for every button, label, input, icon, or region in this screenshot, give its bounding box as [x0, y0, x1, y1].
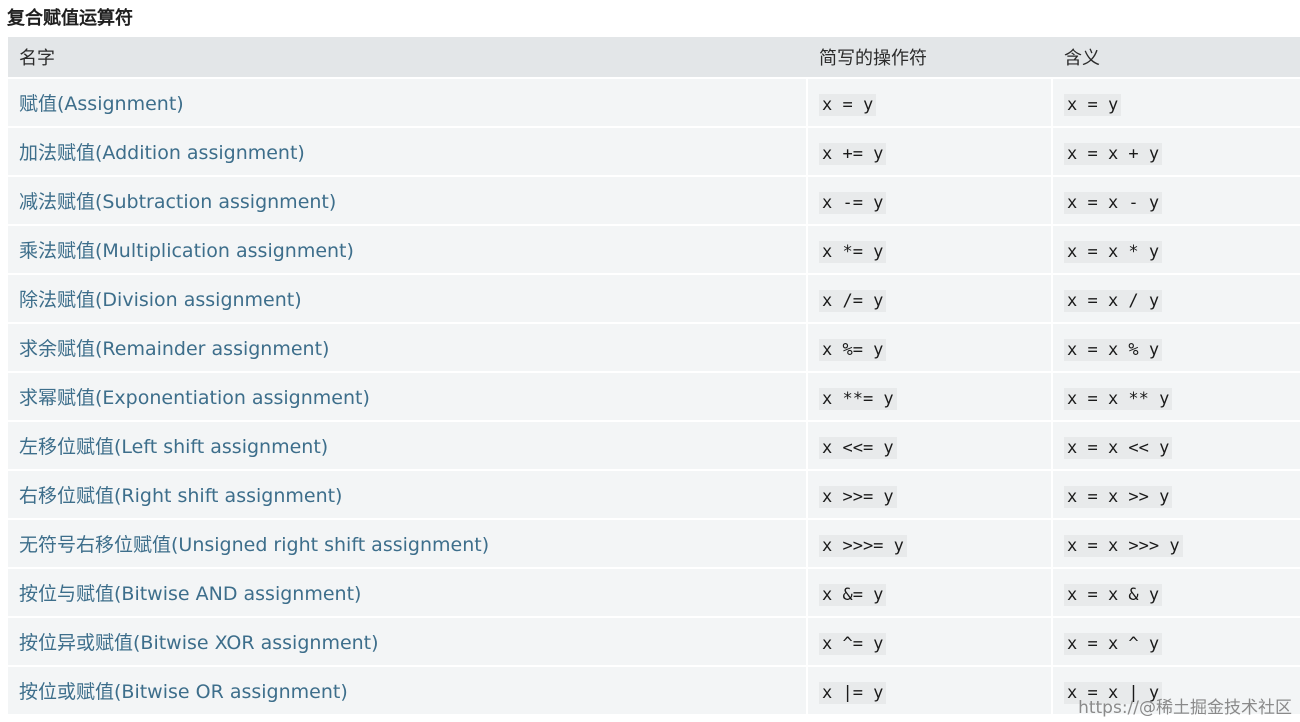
- operator-name-link[interactable]: 求余赋值(Remainder assignment): [19, 334, 329, 361]
- header-shorthand: 简写的操作符: [808, 37, 1051, 77]
- shorthand-code: x |= y: [819, 681, 887, 704]
- shorthand-code: x **= y: [819, 387, 897, 410]
- header-meaning: 含义: [1053, 37, 1300, 77]
- cell-meaning: x = x ** y: [1053, 373, 1300, 420]
- cell-meaning: x = x - y: [1053, 177, 1300, 224]
- meaning-code: x = x & y: [1064, 583, 1163, 606]
- operator-name-link[interactable]: 乘法赋值(Multiplication assignment): [19, 236, 354, 263]
- meaning-code: x = y: [1064, 93, 1122, 116]
- cell-meaning: x = x << y: [1053, 422, 1300, 469]
- operator-name-link[interactable]: 减法赋值(Subtraction assignment): [19, 187, 336, 214]
- cell-shorthand: x >>= y: [808, 471, 1051, 518]
- cell-meaning: x = x / y: [1053, 275, 1300, 322]
- table-row: 加法赋值(Addition assignment) x += y x = x + y: [8, 128, 1300, 175]
- cell-name: 按位与赋值(Bitwise AND assignment): [8, 569, 806, 616]
- page-title: 复合赋值运算符: [7, 8, 133, 29]
- cell-shorthand: x >>>= y: [808, 520, 1051, 567]
- table-row: 求幂赋值(Exponentiation assignment) x **= y x …: [8, 373, 1300, 420]
- operator-name-link[interactable]: 左移位赋值(Left shift assignment): [19, 432, 328, 459]
- table-row: 除法赋值(Division assignment) x /= y x = x / y: [8, 275, 1300, 322]
- cell-name: 求幂赋值(Exponentiation assignment): [8, 373, 806, 420]
- meaning-code: x = x ** y: [1064, 387, 1173, 410]
- cell-meaning: x = x + y: [1053, 128, 1300, 175]
- cell-shorthand: x |= y: [808, 667, 1051, 714]
- meaning-code: x = x / y: [1064, 289, 1163, 312]
- shorthand-code: x *= y: [819, 240, 887, 263]
- table-row: 减法赋值(Subtraction assignment) x -= y x = x …: [8, 177, 1300, 224]
- shorthand-code: x = y: [819, 93, 877, 116]
- cell-shorthand: x -= y: [808, 177, 1051, 224]
- table-row: 赋值(Assignment) x = y x = y: [8, 79, 1300, 126]
- watermark: https://@稀土掘金技术社区: [1078, 698, 1292, 718]
- table-row: 按位异或赋值(Bitwise XOR assignment) x ^= y x = …: [8, 618, 1300, 665]
- cell-meaning: x = x * y: [1053, 226, 1300, 273]
- table-row: 右移位赋值(Right shift assignment) x >>= y x = …: [8, 471, 1300, 518]
- meaning-code: x = x + y: [1064, 142, 1163, 165]
- operator-name-link[interactable]: 按位异或赋值(Bitwise XOR assignment): [19, 628, 379, 655]
- operators-table: 名字 简写的操作符 含义 赋值(Assignment) x = y x = y 加法赋…: [8, 37, 1300, 722]
- shorthand-code: x >>>= y: [819, 534, 907, 557]
- cell-name: 按位或赋值(Bitwise OR assignment): [8, 667, 806, 714]
- operator-name-link[interactable]: 加法赋值(Addition assignment): [19, 138, 305, 165]
- operator-name-link[interactable]: 求幂赋值(Exponentiation assignment): [19, 383, 370, 410]
- header-name: 名字: [8, 37, 806, 77]
- shorthand-code: x >>= y: [819, 485, 897, 508]
- shorthand-code: x += y: [819, 142, 887, 165]
- cell-name: 减法赋值(Subtraction assignment): [8, 177, 806, 224]
- table-header-row: 名字 简写的操作符 含义: [8, 37, 1300, 77]
- cell-name: 加法赋值(Addition assignment): [8, 128, 806, 175]
- cell-meaning: x = x >> y: [1053, 471, 1300, 518]
- cell-shorthand: x = y: [808, 79, 1051, 126]
- cell-shorthand: x /= y: [808, 275, 1051, 322]
- cell-name: 赋值(Assignment): [8, 79, 806, 126]
- cell-shorthand: x <<= y: [808, 422, 1051, 469]
- shorthand-code: x ^= y: [819, 632, 887, 655]
- operator-name-link[interactable]: 按位与赋值(Bitwise AND assignment): [19, 579, 361, 606]
- table-row: 求余赋值(Remainder assignment) x %= y x = x % …: [8, 324, 1300, 371]
- shorthand-code: x &= y: [819, 583, 887, 606]
- cell-meaning: x = x % y: [1053, 324, 1300, 371]
- cell-shorthand: x **= y: [808, 373, 1051, 420]
- cell-name: 除法赋值(Division assignment): [8, 275, 806, 322]
- table-row: 无符号右移位赋值(Unsigned right shift assignment…: [8, 520, 1300, 567]
- cell-name: 左移位赋值(Left shift assignment): [8, 422, 806, 469]
- shorthand-code: x -= y: [819, 191, 887, 214]
- cell-name: 按位异或赋值(Bitwise XOR assignment): [8, 618, 806, 665]
- shorthand-code: x /= y: [819, 289, 887, 312]
- operator-name-link[interactable]: 赋值(Assignment): [19, 89, 184, 116]
- operator-name-link[interactable]: 右移位赋值(Right shift assignment): [19, 481, 342, 508]
- cell-meaning: x = x & y: [1053, 569, 1300, 616]
- meaning-code: x = x % y: [1064, 338, 1163, 361]
- meaning-code: x = x ^ y: [1064, 632, 1163, 655]
- table-row: 乘法赋值(Multiplication assignment) x *= y x =…: [8, 226, 1300, 273]
- cell-name: 无符号右移位赋值(Unsigned right shift assignment…: [8, 520, 806, 567]
- meaning-code: x = x << y: [1064, 436, 1173, 459]
- cell-name: 乘法赋值(Multiplication assignment): [8, 226, 806, 273]
- cell-meaning: x = x >>> y: [1053, 520, 1300, 567]
- cell-shorthand: x %= y: [808, 324, 1051, 371]
- cell-meaning: x = y: [1053, 79, 1300, 126]
- operator-name-link[interactable]: 按位或赋值(Bitwise OR assignment): [19, 677, 348, 704]
- table-row: 左移位赋值(Left shift assignment) x <<= y x = x…: [8, 422, 1300, 469]
- cell-meaning: x = x ^ y: [1053, 618, 1300, 665]
- meaning-code: x = x - y: [1064, 191, 1163, 214]
- cell-shorthand: x &= y: [808, 569, 1051, 616]
- cell-shorthand: x ^= y: [808, 618, 1051, 665]
- meaning-code: x = x * y: [1064, 240, 1163, 263]
- table-row: 按位与赋值(Bitwise AND assignment) x &= y x = x…: [8, 569, 1300, 616]
- cell-shorthand: x += y: [808, 128, 1051, 175]
- meaning-code: x = x >>> y: [1064, 534, 1183, 557]
- cell-name: 右移位赋值(Right shift assignment): [8, 471, 806, 518]
- shorthand-code: x <<= y: [819, 436, 897, 459]
- cell-shorthand: x *= y: [808, 226, 1051, 273]
- operator-name-link[interactable]: 除法赋值(Division assignment): [19, 285, 302, 312]
- meaning-code: x = x >> y: [1064, 485, 1173, 508]
- operator-name-link[interactable]: 无符号右移位赋值(Unsigned right shift assignment…: [19, 530, 489, 557]
- shorthand-code: x %= y: [819, 338, 887, 361]
- cell-name: 求余赋值(Remainder assignment): [8, 324, 806, 371]
